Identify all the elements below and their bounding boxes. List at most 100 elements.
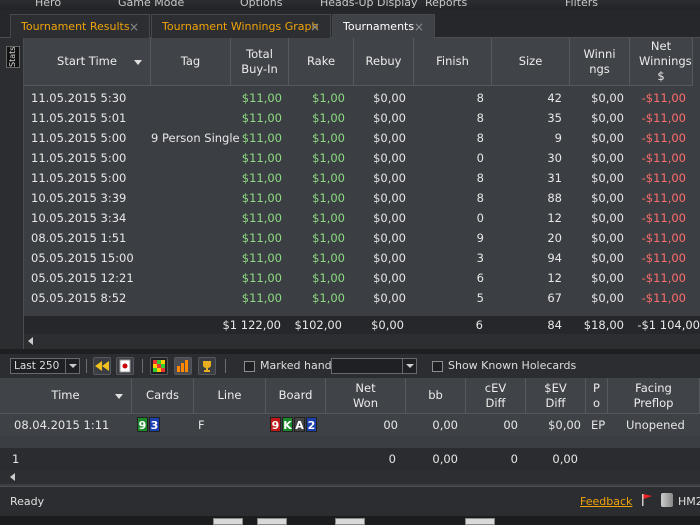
menu-reports[interactable]: Reports — [425, 0, 467, 9]
col-header-sev-diff[interactable]: $EV Diff — [526, 378, 586, 414]
horizontal-scrollbar[interactable] — [24, 334, 700, 349]
col-header-time[interactable]: Time — [0, 378, 132, 414]
hand-grid-button[interactable] — [150, 357, 168, 375]
hand-limit-select[interactable]: Last 250 — [10, 358, 80, 374]
total-buyin-cell: $11,00 — [241, 151, 282, 165]
tab-tournament-winnings-graph[interactable]: Tournament Winnings Graph × — [151, 14, 331, 38]
trophy-icon — [203, 361, 211, 372]
table-row[interactable]: 05.05.2015 8:52 $11,00 $1,00 $0,00 5 67 $0,00 -… — [24, 288, 700, 308]
horizontal-scrollbar[interactable] — [0, 470, 700, 484]
table-row[interactable]: 11.05.2015 5:01 $11,00 $1,00 $0,00 8 35 $0,00 -… — [24, 108, 700, 128]
col-header-net-won[interactable]: Net Won — [326, 378, 406, 414]
col-header-cards[interactable]: Cards — [132, 378, 194, 414]
table-row[interactable]: 11.05.2015 5:30 $11,00 $1,00 $0,00 8 42 $0,00 -… — [24, 88, 700, 108]
col-header-rebuy[interactable]: Rebuy — [354, 38, 414, 86]
close-icon[interactable]: × — [414, 20, 424, 34]
col-header-tag[interactable]: Tag — [151, 38, 231, 86]
table-row[interactable]: 11.05.2015 5:00 $11,00 $1,00 $0,00 8 31 $0,00 -… — [24, 168, 700, 188]
winnings-cell: $0,00 — [591, 231, 624, 245]
show-known-holecards-checkbox[interactable] — [432, 361, 443, 372]
col-header-finish[interactable]: Finish — [414, 38, 492, 86]
tab-tournament-results[interactable]: Tournament Results × — [10, 14, 150, 38]
header-label: Line — [217, 388, 242, 402]
app-name: HM2 — [678, 495, 700, 508]
scroll-left-icon[interactable] — [28, 337, 33, 345]
chart-button[interactable] — [174, 357, 192, 375]
menu-hero[interactable]: Hero — [35, 0, 61, 9]
select-value: Last 250 — [14, 360, 60, 372]
table-row[interactable]: 05.05.2015 15:00 $11,00 $1,00 $0,00 3 94 $0,00… — [24, 248, 700, 268]
close-icon[interactable]: × — [129, 20, 139, 34]
rewind-button[interactable] — [93, 357, 111, 375]
header-label: Net Winnings $ — [639, 39, 692, 83]
taskbar-strip — [0, 516, 700, 525]
tournaments-totals-row: $1 122,00 $102,00 $0,00 6 84 $18,00 -$1 … — [24, 316, 700, 334]
table-row[interactable]: 05.05.2015 12:21 $11,00 $1,00 $0,00 6 12 $0,00… — [24, 268, 700, 288]
col-header-size[interactable]: Size — [492, 38, 570, 86]
chevron-down-icon — [65, 359, 79, 373]
col-header-bb[interactable]: bb — [406, 378, 466, 414]
table-row[interactable]: 08.04.2015 1:11 93 F 9KA2 00 0,00 00 $0,… — [0, 414, 700, 436]
database-icon[interactable] — [661, 493, 673, 507]
table-row[interactable]: 11.05.2015 5:00 $11,00 $1,00 $0,00 0 30 $0,00 -… — [24, 148, 700, 168]
stats-toggle-button[interactable]: Stats — [6, 46, 20, 68]
menu-filters[interactable]: Filters — [565, 0, 598, 9]
card: A — [294, 417, 305, 432]
menu-options[interactable]: Options — [240, 0, 282, 9]
taskbar-button[interactable] — [335, 518, 365, 525]
total-buyin-cell: $11,00 — [241, 171, 282, 185]
col-header-position[interactable]: Po — [586, 378, 608, 414]
hands-totals-row: 1 0 0,00 0 0,00 — [0, 448, 700, 470]
show-known-holecards-label: Show Known Holecards — [448, 359, 577, 372]
marked-hands-select[interactable] — [331, 358, 417, 374]
total-buyin-cell: $11,00 — [241, 231, 282, 245]
size-cell: 12 — [547, 211, 562, 225]
card: K — [282, 417, 293, 432]
rake-cell: $1,00 — [312, 131, 345, 145]
marked-hands-checkbox[interactable] — [244, 361, 255, 372]
report-tab-bar: Tournament Results × Tournament Winnings… — [0, 10, 700, 38]
scroll-left-icon[interactable] — [10, 473, 15, 481]
col-header-board[interactable]: Board — [266, 378, 326, 414]
col-header-line[interactable]: Line — [194, 378, 266, 414]
close-icon[interactable]: × — [310, 20, 320, 34]
tab-tournaments[interactable]: Tournaments × — [332, 14, 435, 38]
menu-hud[interactable]: Heads-Up Display — [320, 0, 418, 9]
table-row[interactable]: 10.05.2015 3:39 $11,00 $1,00 $0,00 8 88 $0,00-… — [24, 188, 700, 208]
hand-time: 08.04.2015 1:11 — [14, 418, 110, 432]
rake-cell: $1,00 — [312, 231, 345, 245]
header-label: Time — [51, 388, 80, 402]
replay-hand-button[interactable] — [116, 357, 134, 375]
winnings-cell: $0,00 — [591, 91, 624, 105]
total-net-won: 0 — [388, 452, 396, 466]
taskbar-button[interactable] — [213, 518, 243, 525]
header-label: Rebuy — [365, 54, 402, 68]
table-row[interactable]: 11.05.2015 5:00 9 Person Single $11,00 $1,0… — [24, 128, 700, 148]
start-time-cell: 05.05.2015 15:00 — [31, 251, 134, 265]
col-header-start-time[interactable]: Start Time — [24, 38, 151, 86]
divider — [86, 359, 87, 373]
total-buyin-cell: $11,00 — [241, 191, 282, 205]
table-row[interactable]: 08.05.2015 1:51 $11,00 $1,00 $0,00 9 20 $0,00 -… — [24, 228, 700, 248]
size-cell: 31 — [547, 171, 562, 185]
tab-label: Tournament Winnings Graph — [162, 20, 319, 33]
rebuy-cell: $0,00 — [373, 291, 406, 305]
total-buyin-cell: $11,00 — [241, 111, 282, 125]
trophy-button[interactable] — [198, 357, 216, 375]
finish-cell: 8 — [476, 111, 484, 125]
col-header-facing-preflop[interactable]: Facing Preflop — [608, 378, 700, 414]
feedback-link[interactable]: Feedback — [580, 495, 632, 508]
size-cell: 30 — [547, 151, 562, 165]
taskbar-button[interactable] — [257, 518, 287, 525]
hand-line: F — [198, 418, 205, 432]
taskbar-button[interactable] — [465, 518, 495, 525]
net-winnings-cell: -$11,00 — [641, 231, 686, 245]
col-header-rake[interactable]: Rake — [289, 38, 354, 86]
col-header-total-buyin[interactable]: Total Buy-In — [231, 38, 289, 86]
menu-game-mode[interactable]: Game Mode — [118, 0, 184, 9]
col-header-net-winnings[interactable]: Net Winnings $ — [630, 38, 693, 86]
flag-icon[interactable] — [642, 494, 652, 506]
col-header-cev-diff[interactable]: cEV Diff — [466, 378, 526, 414]
col-header-winnings[interactable]: Winnings — [570, 38, 630, 86]
table-row[interactable]: 10.05.2015 3:34 $11,00 $1,00 $0,00 0 12 $0,00 -… — [24, 208, 700, 228]
